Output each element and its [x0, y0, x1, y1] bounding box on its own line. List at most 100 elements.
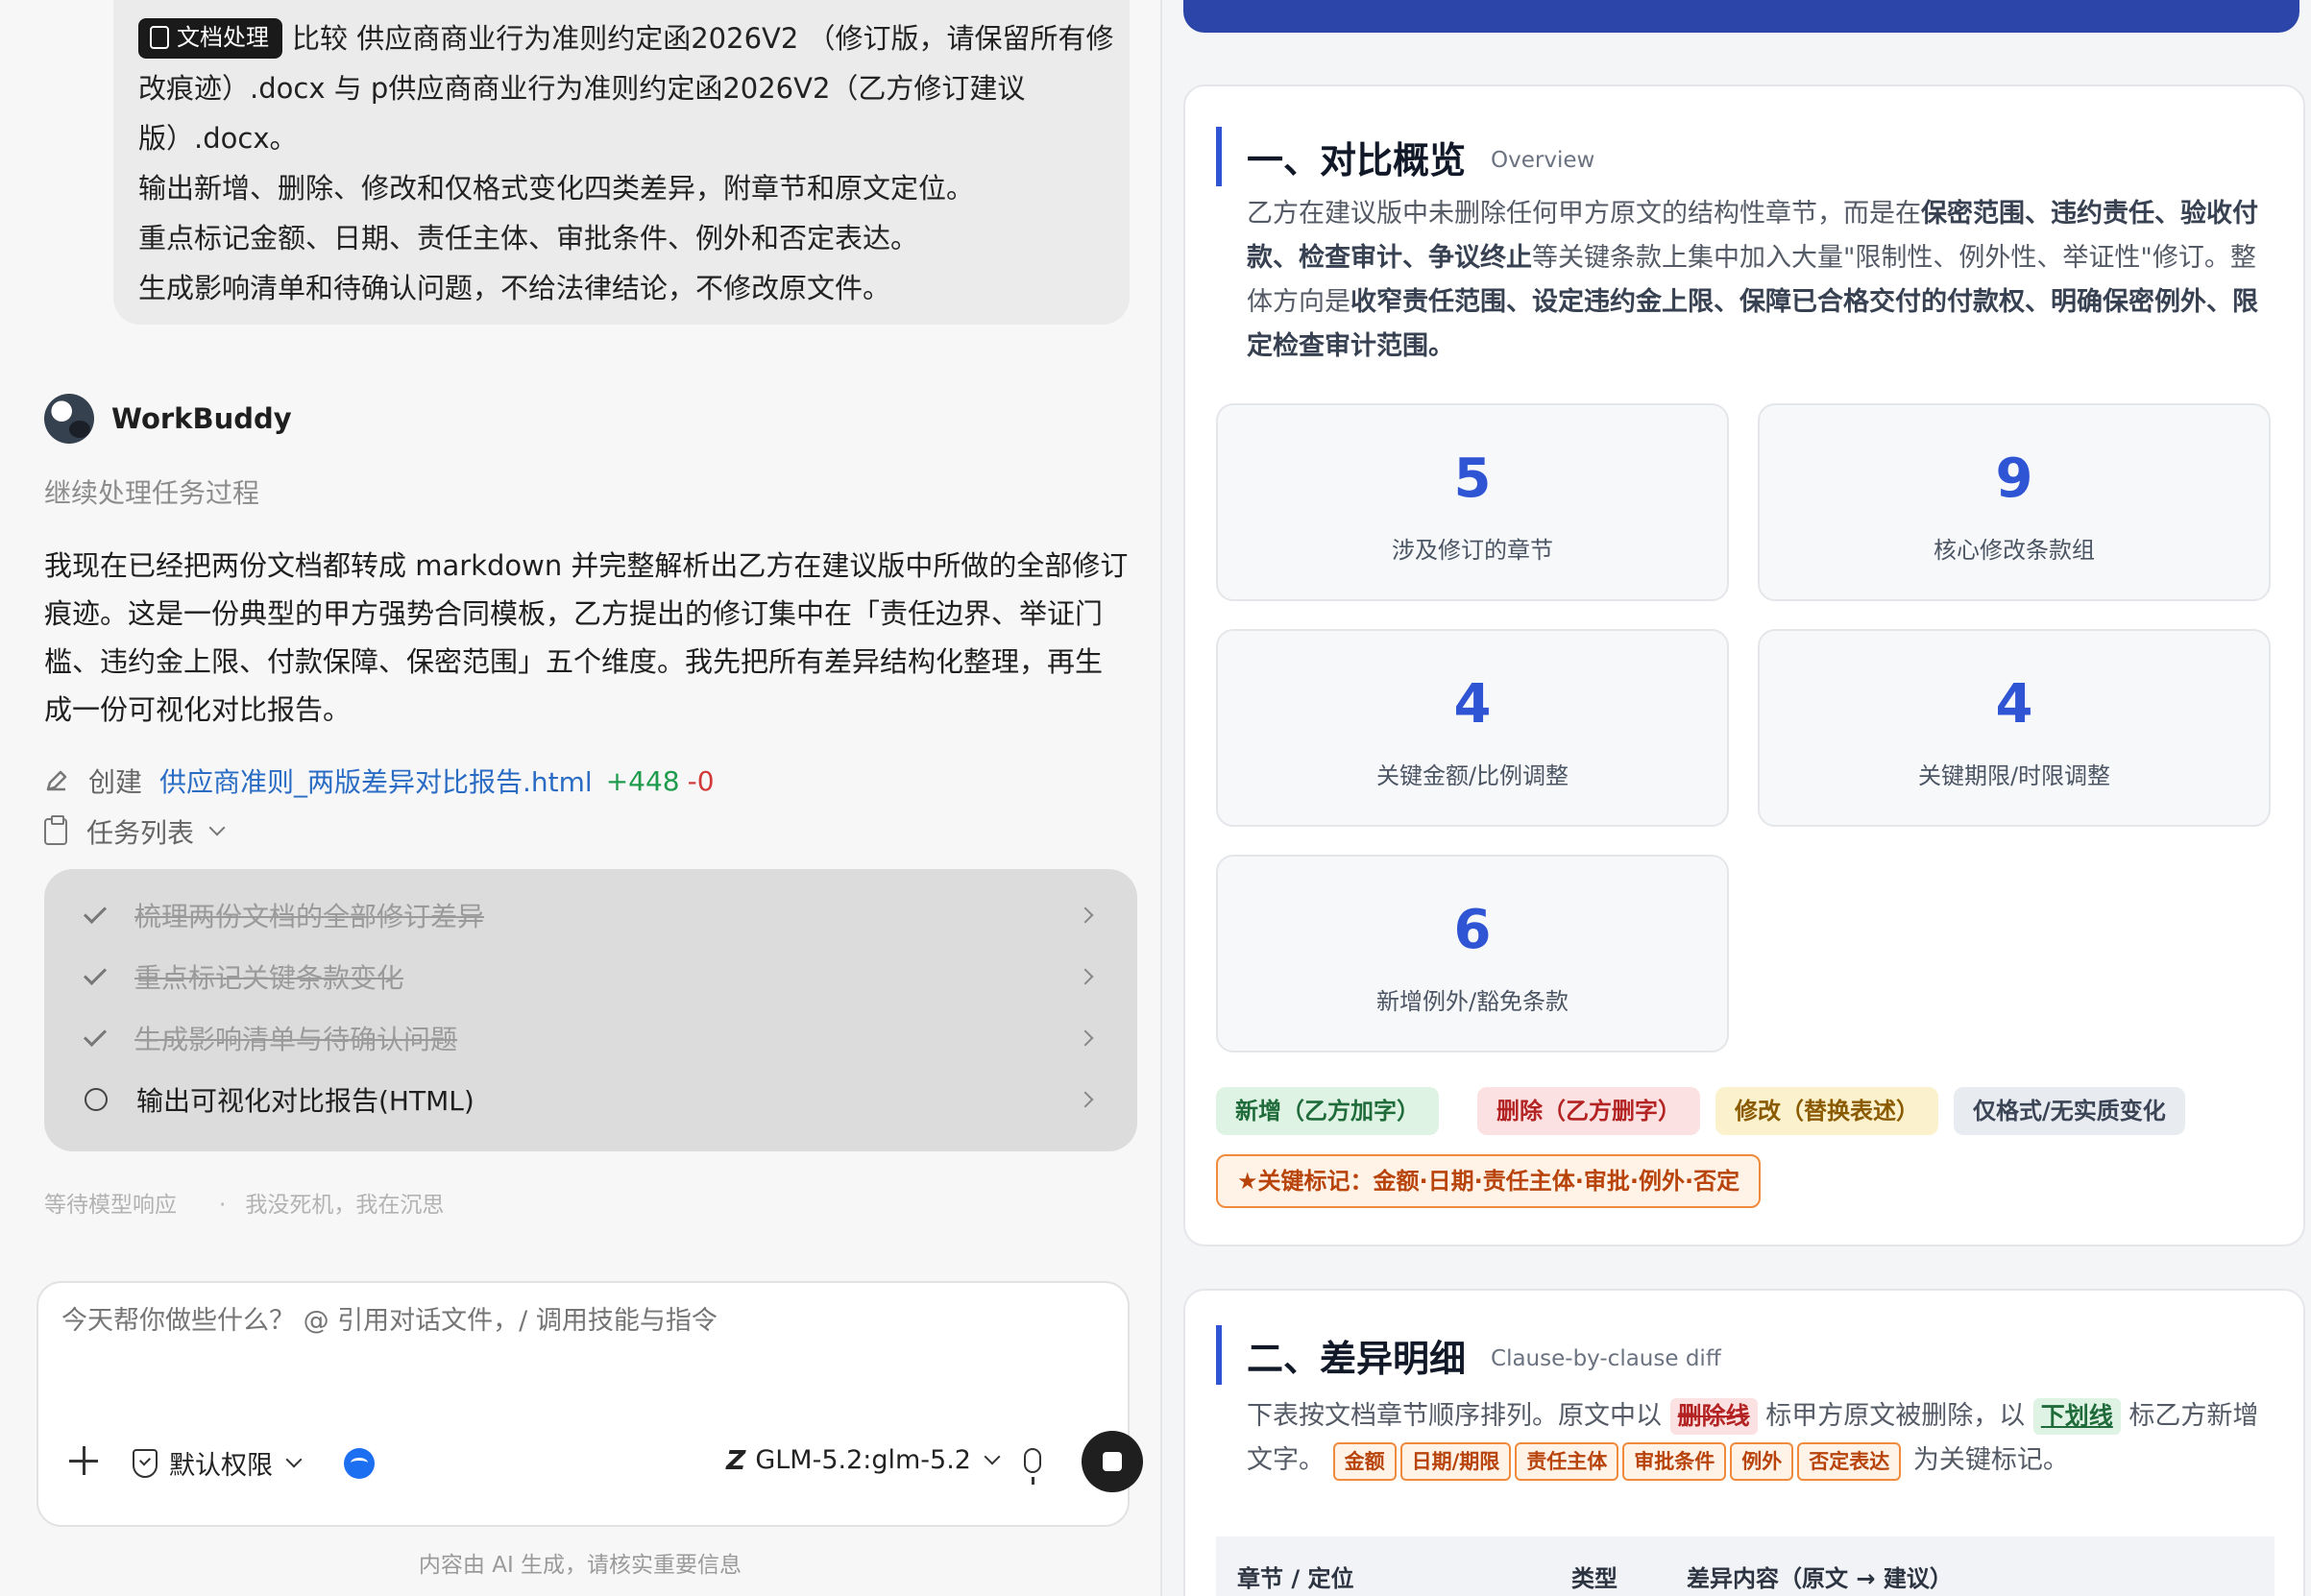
report-preview-panel[interactable]: 一、对比概览 Overview 乙方在建议版中未删除任何甲方原文的结构性章节，而… [1160, 0, 2311, 1596]
section-subtitle: Overview [1491, 148, 1595, 173]
stat-caption: 关键期限/时限调整 [1917, 762, 2111, 789]
overview-text-bold: 收窄责任范围、设定违约金上限、保障已合格交付的付款权、明确保密例外、限定检查审计… [1247, 287, 2258, 361]
user-message-line: 版）.docx。 [138, 122, 298, 155]
report-header-banner [1183, 0, 2299, 33]
lines-added: +448 [605, 764, 680, 797]
waiting-status: 等待模型响应 · 我没死机，我在沉思 [44, 1186, 444, 1219]
permission-select[interactable]: 默认权限 [133, 1444, 303, 1482]
section-heading: 二、差异明细 Clause-by-clause diff [1216, 1325, 1721, 1385]
column-header: 类型 [1571, 1565, 1618, 1592]
pencil-icon [46, 770, 67, 791]
document-icon [150, 26, 169, 49]
chat-input-box: 默认权限 Z GLM-5.2:glm-5.2 [36, 1281, 1143, 1527]
check-icon [83, 961, 108, 986]
underline-sample: 下划线 [2032, 1398, 2121, 1435]
chevron-right-icon [1077, 907, 1094, 924]
key-chip: 审批条件 [1622, 1442, 1727, 1481]
user-message-line: 重点标记金额、日期、责任主体、审批条件、例外和否定表达。 [138, 222, 919, 254]
intro-text: 为关键标记。 [1912, 1445, 2069, 1475]
add-attachment-icon[interactable] [69, 1446, 98, 1475]
key-chip: 责任主体 [1515, 1442, 1619, 1481]
assistant-message: 我现在已经把两份文档都转成 markdown 并完整解析出乙方在建议版中所做的全… [44, 549, 1129, 726]
key-chip: 否定表达 [1797, 1442, 1902, 1481]
waiting-label: 等待模型响应 [44, 1193, 177, 1218]
chevron-down-icon [285, 1451, 303, 1467]
task-item[interactable]: 输出可视化对比报告(HTML) [44, 1069, 1137, 1130]
user-message-bubble: 文档处理 比较 供应商商业行为准则约定函2026V2 （修订版，请保留所有修 改痕… [113, 0, 1130, 325]
stat-caption: 核心修改条款组 [1934, 537, 2095, 564]
create-label: 创建 [88, 766, 143, 798]
key-mark-legend: ★关键标记：金额·日期·责任主体·审批·例外·否定 [1216, 1154, 1762, 1208]
legend-deleted: 删除（乙方删字） [1477, 1087, 1700, 1135]
integration-icon[interactable] [344, 1448, 375, 1479]
microphone-icon[interactable] [1024, 1448, 1041, 1485]
task-list-label: 任务列表 [86, 817, 195, 849]
intro-text: 下表按文档章节顺序排列。原文中以 [1247, 1401, 1662, 1431]
user-message-line: 改痕迹）.docx 与 p供应商商业行为准则约定函2026V2（乙方修订建议 [138, 72, 1026, 105]
input-toolbar: 默认权限 Z GLM-5.2:glm-5.2 [38, 1431, 1143, 1492]
legend-modified: 修改（替换表述） [1715, 1087, 1938, 1135]
stat-caption: 涉及修订的章节 [1392, 537, 1553, 564]
check-icon [83, 1023, 108, 1048]
diff-detail-card: 二、差异明细 Clause-by-clause diff 下表按文档章节顺序排列… [1183, 1289, 2305, 1596]
ai-disclaimer: 内容由 AI 生成，请核实重要信息 [418, 1553, 742, 1578]
intro-text: 标甲方原文被删除，以 [1765, 1401, 2026, 1431]
diff-intro-text: 下表按文档章节顺序排列。原文中以 删除线 标甲方原文被删除，以 下划线 标乙方新… [1247, 1394, 2265, 1483]
assistant-header: WorkBuddy [44, 394, 292, 444]
stat-card: 9 核心修改条款组 [1758, 403, 2271, 601]
clipboard-icon [44, 815, 67, 845]
section-heading: 一、对比概览 Overview [1216, 127, 1594, 186]
stat-number: 4 [1453, 673, 1492, 736]
legend-format-only: 仅格式/无实质变化 [1954, 1087, 2185, 1135]
stat-number: 9 [1995, 447, 2033, 510]
permission-label: 默认权限 [169, 1451, 273, 1481]
chevron-right-icon [1077, 968, 1094, 985]
task-item[interactable]: 重点标记关键条款变化 [44, 946, 1137, 1007]
process-status[interactable]: 继续处理任务过程 [44, 472, 259, 511]
user-message-text: 比较 供应商商业行为准则约定函2026V2 （修订版，请保留所有修 [292, 22, 1114, 55]
column-header: 章节 / 定位 [1237, 1565, 1354, 1592]
task-item[interactable]: 梳理两份文档的全部修订差异 [44, 884, 1137, 946]
stat-card: 4 关键金额/比例调整 [1216, 629, 1729, 827]
stat-number: 6 [1453, 899, 1492, 961]
stat-card: 6 新增例外/豁免条款 [1216, 855, 1729, 1052]
user-message-line: 文档处理 比较 供应商商业行为准则约定函2026V2 （修订版，请保留所有修 [138, 13, 1114, 63]
overview-card: 一、对比概览 Overview 乙方在建议版中未删除任何甲方原文的结构性章节，而… [1183, 85, 2305, 1246]
overview-text-part: 乙方在建议版中未删除任何甲方原文的结构性章节，而是在 [1247, 199, 1921, 229]
task-text: 重点标记关键条款变化 [134, 962, 404, 994]
stat-caption: 关键金额/比例调整 [1375, 762, 1569, 789]
doc-processing-tag: 文档处理 [138, 18, 282, 59]
section-title: 一、对比概览 [1247, 138, 1467, 181]
stat-caption: 新增例外/豁免条款 [1375, 988, 1569, 1015]
chevron-right-icon [1077, 1091, 1094, 1108]
section-title: 二、差异明细 [1247, 1337, 1467, 1380]
waiting-note: 我没死机，我在沉思 [245, 1193, 445, 1218]
file-created-row[interactable]: 创建 供应商准则_两版差异对比报告.html +448 -0 [44, 762, 715, 800]
chevron-down-icon [984, 1448, 1001, 1464]
stat-number: 5 [1453, 447, 1492, 510]
key-chip: 日期/期限 [1399, 1442, 1512, 1481]
waiting-separator: · [219, 1193, 227, 1218]
chat-panel: 文档处理 比较 供应商商业行为准则约定函2026V2 （修订版，请保留所有修 改痕… [0, 0, 1160, 1596]
column-header: 差异内容（原文 → 建议） [1687, 1565, 1953, 1592]
stop-button[interactable] [1082, 1431, 1143, 1492]
doc-processing-tag-label: 文档处理 [177, 24, 269, 51]
avatar [44, 394, 94, 444]
created-file-link[interactable]: 供应商准则_两版差异对比报告.html [159, 762, 593, 800]
task-text: 输出可视化对比报告(HTML) [136, 1085, 474, 1117]
chat-input[interactable] [61, 1306, 1022, 1336]
stat-card: 5 涉及修订的章节 [1216, 403, 1729, 601]
task-list-toggle[interactable]: 任务列表 [44, 812, 226, 851]
pending-circle-icon [85, 1088, 108, 1111]
section-subtitle: Clause-by-clause diff [1491, 1346, 1721, 1371]
user-message-line: 生成影响清单和待确认问题，不给法律结论，不修改原文件。 [138, 272, 891, 304]
model-label: GLM-5.2:glm-5.2 [755, 1445, 971, 1475]
legend-added: 新增（乙方加字） [1216, 1087, 1439, 1135]
task-text: 梳理两份文档的全部修订差异 [134, 901, 485, 932]
overview-text: 乙方在建议版中未删除任何甲方原文的结构性章节，而是在保密范围、违约责任、验收付款… [1247, 192, 2265, 369]
key-chip: 金额 [1332, 1442, 1397, 1481]
user-message-line: 输出新增、删除、修改和仅格式变化四类差异，附章节和原文定位。 [138, 172, 975, 205]
task-item[interactable]: 生成影响清单与待确认问题 [44, 1007, 1137, 1069]
diff-table-header: 章节 / 定位 类型 差异内容（原文 → 建议） [1216, 1536, 2275, 1596]
model-select[interactable]: Z GLM-5.2:glm-5.2 [726, 1444, 1001, 1476]
